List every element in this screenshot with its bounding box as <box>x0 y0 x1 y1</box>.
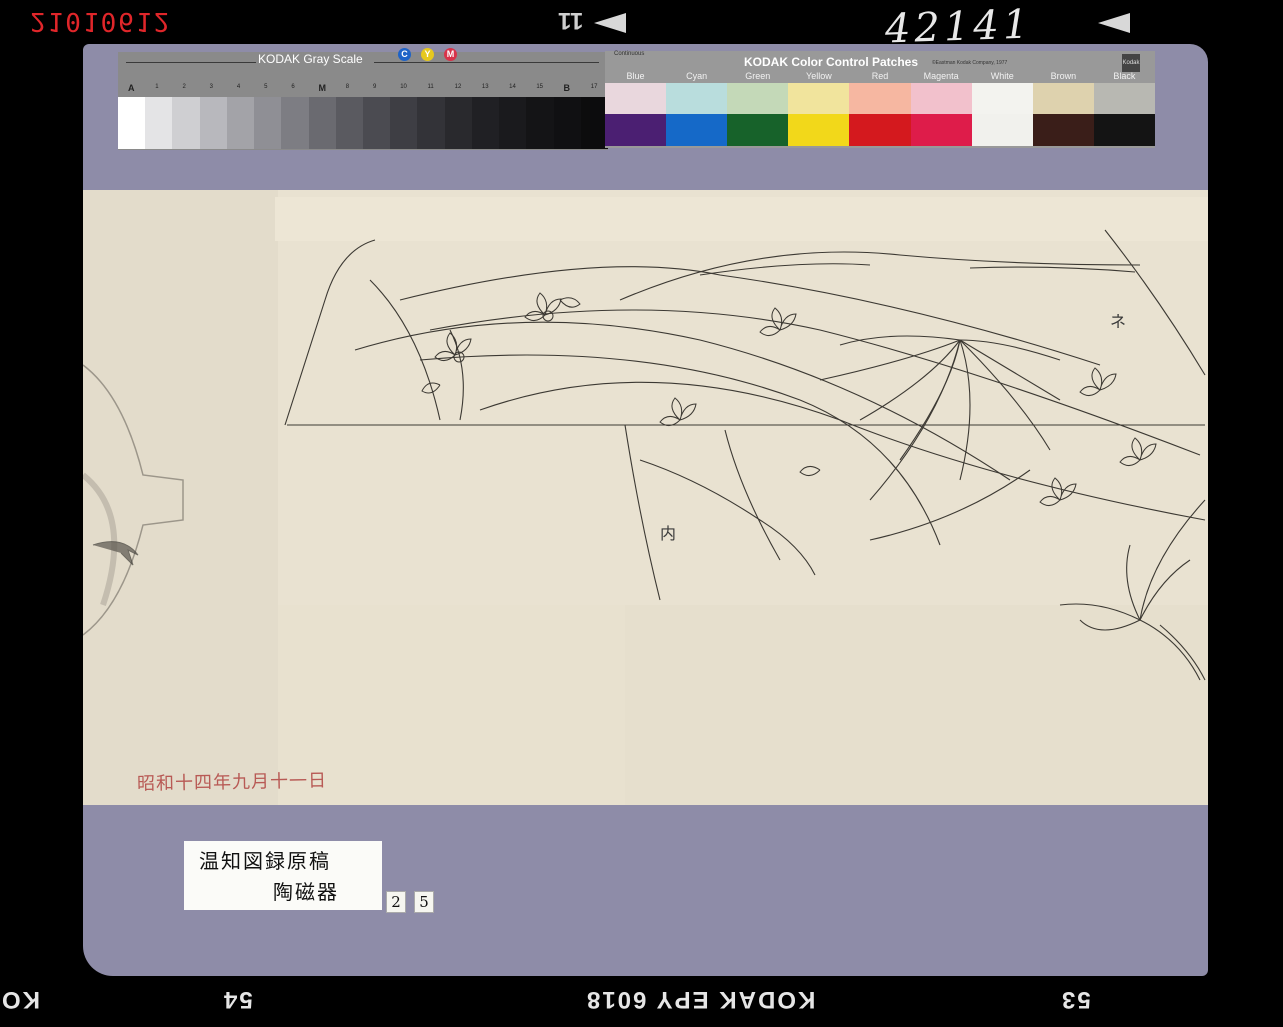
film-edge-text: KO <box>0 986 40 1013</box>
catalog-label-category: 陶磁器 <box>273 880 339 904</box>
film-edge-frame: 53 <box>1060 986 1091 1013</box>
catalog-number-digit: 2 <box>386 891 406 913</box>
seal-mark-top-right: ネ <box>1110 312 1127 331</box>
film-edge-frame: 54 <box>222 986 253 1013</box>
catalog-label-title: 温知図録原稿 <box>199 849 331 873</box>
film-edge-stock: KODAK EPY 6018 <box>585 986 816 1013</box>
red-inscription: 昭和十四年九月十一日 <box>136 770 328 795</box>
catalog-number-digit: 5 <box>414 891 434 913</box>
seal-mark-center: 内 <box>660 524 677 543</box>
